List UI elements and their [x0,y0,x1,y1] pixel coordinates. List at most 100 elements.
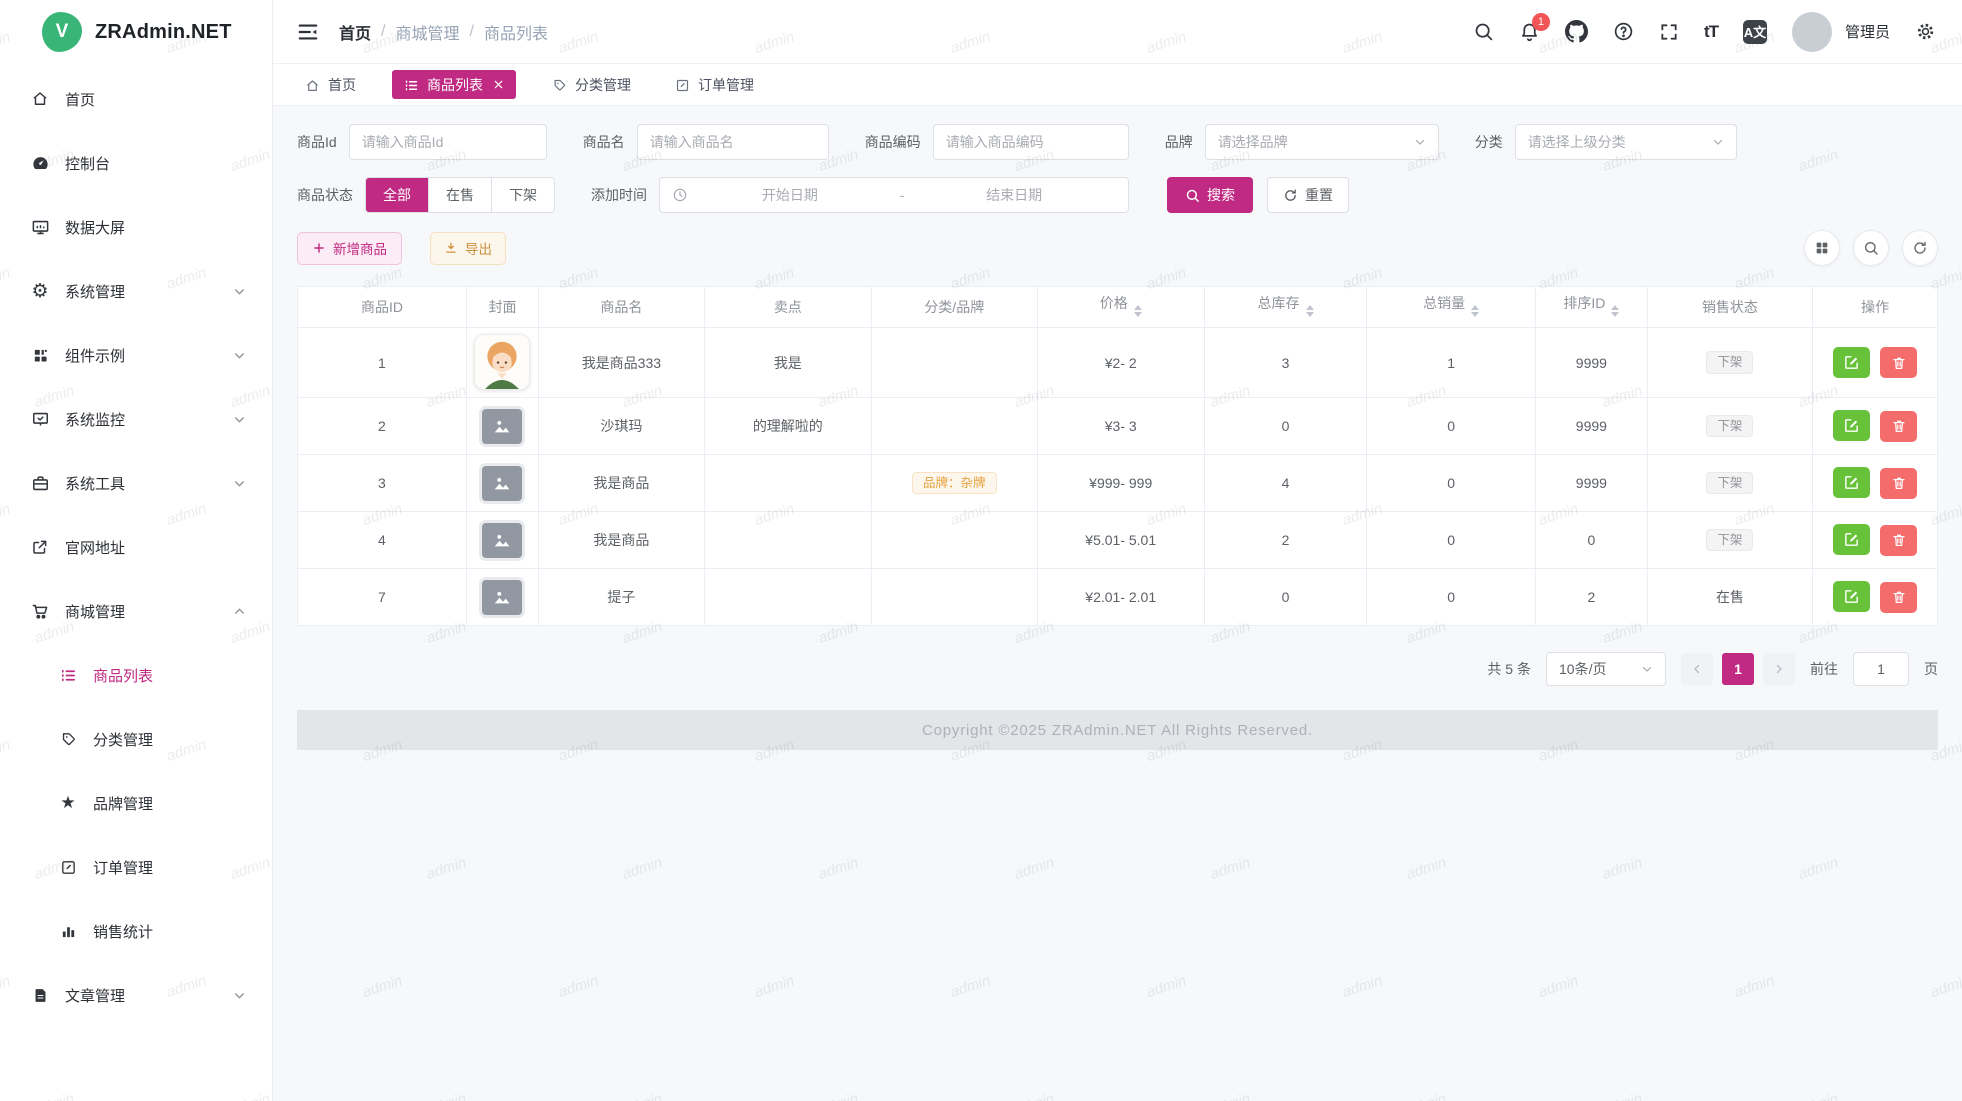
sidebar-item-brand-management[interactable]: ★品牌管理 [0,778,272,828]
add-product-button[interactable]: 新增商品 [297,232,402,265]
status-radio-1[interactable]: 在售 [428,178,491,212]
date-range-separator: - [892,187,913,203]
breadcrumb-mall[interactable]: 商城管理 [395,20,459,44]
cell-product-id: 3 [298,455,467,512]
sort-carets-icon[interactable] [1611,301,1619,321]
sidebar-item-system-monitor[interactable]: 系统监控 [0,394,272,444]
delete-button[interactable] [1880,468,1917,499]
chevron-down-icon [1641,663,1653,675]
columns-grid-icon[interactable] [1804,230,1840,266]
image-placeholder-icon [479,520,525,561]
status-label: 商品状态 [297,185,353,205]
product-cover-image[interactable] [474,334,530,390]
chevron-down-icon [1414,136,1426,148]
sort-carets-icon[interactable] [1134,301,1142,321]
chart-icon [58,921,78,941]
sidebar-item-console[interactable]: 控制台 [0,138,272,188]
close-icon[interactable] [493,79,504,90]
sidebar-item-system-management[interactable]: ⚙系统管理 [0,266,272,316]
pagination: 共 5 条 10条/页 1 前往 [297,652,1938,686]
breadcrumb-home[interactable]: 首页 [339,20,371,44]
delete-button[interactable] [1880,525,1917,556]
sidebar-item-category-management[interactable]: 分类管理 [0,714,272,764]
status-radio-2[interactable]: 下架 [491,178,554,212]
tab-product-list[interactable]: 商品列表 [392,70,516,99]
goto-page-input[interactable] [1853,652,1909,686]
edit-button[interactable] [1833,524,1870,555]
sidebar-item-product-list[interactable]: 商品列表 [0,650,272,700]
prev-page-button[interactable] [1681,653,1713,685]
page-number-1[interactable]: 1 [1722,653,1754,685]
edit-button[interactable] [1833,467,1870,498]
status-radio-0[interactable]: 全部 [366,178,428,212]
product-code-input[interactable] [933,124,1129,160]
sidebar-item-home[interactable]: 首页 [0,74,272,124]
search-icon[interactable] [1473,21,1494,42]
language-icon[interactable]: A文 [1743,20,1767,44]
product-name-input[interactable] [637,124,829,160]
brand-select[interactable]: 请选择品牌 [1205,124,1439,160]
fullscreen-icon[interactable] [1659,22,1679,42]
sidebar-item-data-screen[interactable]: 数据大屏 [0,202,272,252]
end-date-placeholder[interactable]: 结束日期 [912,185,1116,205]
edit-button[interactable] [1833,410,1870,441]
column-header[interactable]: 总销量 [1367,287,1536,328]
sidebar-item-sales-statistics[interactable]: 销售统计 [0,906,272,956]
table-refresh-icon[interactable] [1902,230,1938,266]
font-size-icon[interactable]: tT [1704,22,1718,42]
column-header: 操作 [1813,287,1938,328]
table-row: 7提子¥2.01- 2.01002在售 [298,569,1938,626]
help-icon[interactable] [1613,21,1634,42]
column-header: 销售状态 [1647,287,1813,328]
reset-button[interactable]: 重置 [1267,177,1349,213]
column-header[interactable]: 价格 [1037,287,1204,328]
collapse-sidebar-icon[interactable] [297,21,319,43]
cell-actions [1813,455,1938,512]
cell-name: 我是商品 [539,512,705,569]
next-page-button[interactable] [1763,653,1795,685]
column-header[interactable]: 总库存 [1204,287,1366,328]
sort-carets-icon[interactable] [1306,301,1314,321]
edit-button[interactable] [1833,581,1870,612]
category-select[interactable]: 请选择上级分类 [1515,124,1737,160]
page-size-select[interactable]: 10条/页 [1546,652,1666,686]
notification-bell-icon[interactable]: 1 [1519,21,1540,42]
github-icon[interactable] [1565,20,1588,43]
search-button[interactable]: 搜索 [1167,177,1253,213]
cell-price: ¥999- 999 [1037,455,1204,512]
sidebar-item-order-management[interactable]: 订单管理 [0,842,272,892]
export-button[interactable]: 导出 [430,232,506,265]
user-avatar[interactable] [1792,12,1832,52]
cell-status: 下架 [1647,512,1813,569]
image-placeholder-icon [479,577,525,618]
cell-brand: 品牌：杂牌 [871,455,1037,512]
date-range-picker[interactable]: 开始日期 - 结束日期 [659,177,1129,213]
sidebar-item-article-management[interactable]: 文章管理 [0,970,272,1020]
edit-button[interactable] [1833,347,1870,378]
sidebar-item-official-site[interactable]: 官网地址 [0,522,272,572]
sidebar-item-label: 系统工具 [65,473,125,494]
table-row: 3我是商品品牌：杂牌¥999- 999409999下架 [298,455,1938,512]
delete-button[interactable] [1880,582,1917,613]
tab-order-management[interactable]: 订单管理 [667,70,762,99]
username-label[interactable]: 管理员 [1845,21,1890,42]
sort-carets-icon[interactable] [1471,301,1479,321]
cell-cover [466,398,538,455]
table-search-icon[interactable] [1853,230,1889,266]
sidebar-item-component-examples[interactable]: 组件示例 [0,330,272,380]
settings-gear-icon[interactable] [1915,21,1936,42]
table-tools [1804,230,1938,266]
cell-sort-id: 9999 [1536,398,1648,455]
add-time-label: 添加时间 [591,185,647,205]
column-header[interactable]: 排序ID [1536,287,1648,328]
app-logo[interactable]: V ZRAdmin.NET [0,0,272,64]
start-date-placeholder[interactable]: 开始日期 [688,185,892,205]
status-badge: 下架 [1706,529,1753,552]
tab-category-management[interactable]: 分类管理 [544,70,639,99]
tab-home[interactable]: 首页 [297,70,364,99]
product-id-input[interactable] [349,124,547,160]
delete-button[interactable] [1880,411,1917,442]
sidebar-item-system-tools[interactable]: 系统工具 [0,458,272,508]
sidebar-item-mall-management[interactable]: 商城管理 [0,586,272,636]
delete-button[interactable] [1880,347,1917,378]
